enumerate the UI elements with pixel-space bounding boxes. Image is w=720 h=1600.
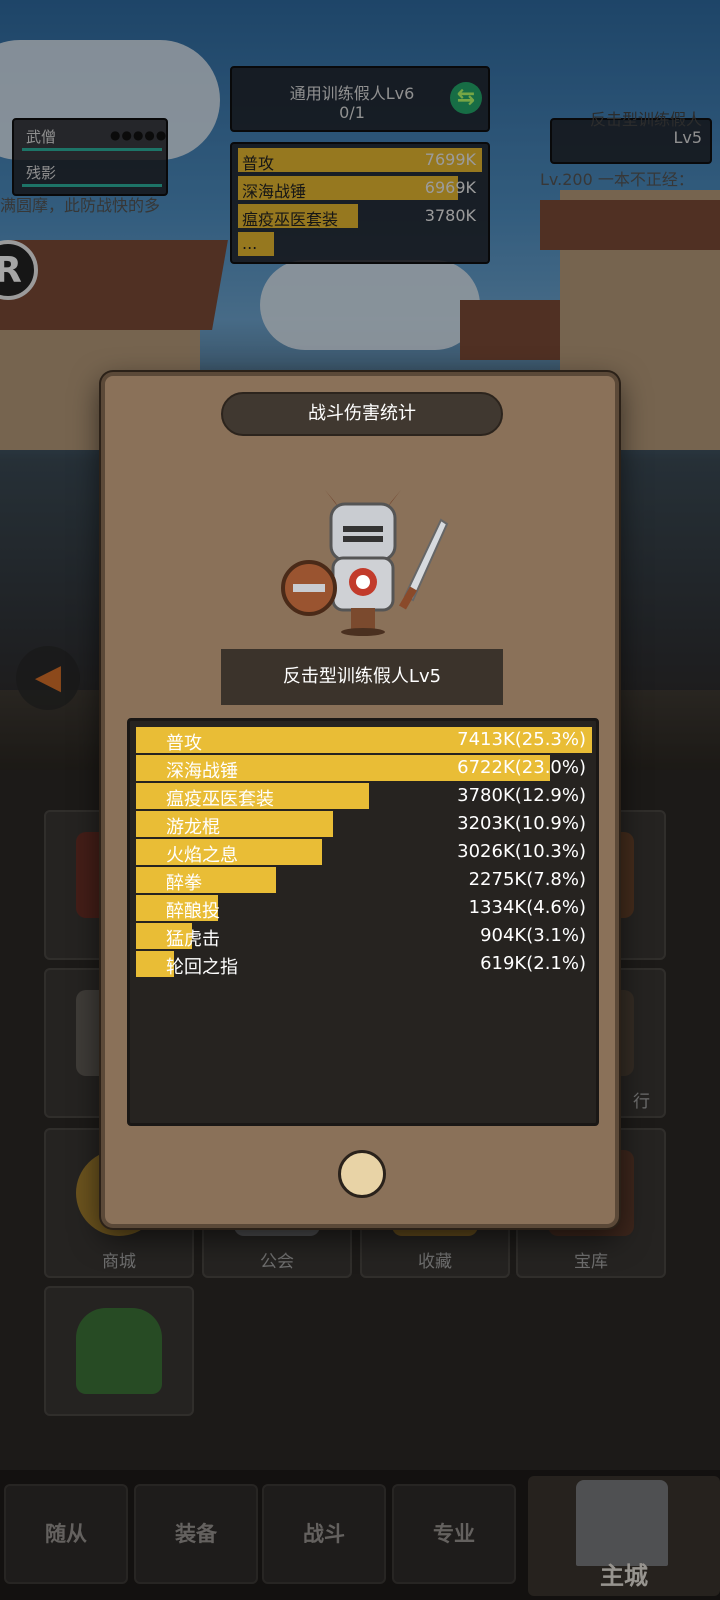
damage-value: 1334K(4.6%) xyxy=(468,897,586,918)
damage-value: 2275K(7.8%) xyxy=(468,869,586,890)
skill-name: 游龙棍 xyxy=(166,817,220,838)
skill-name: 猛虎击 xyxy=(166,929,220,950)
skill-name: 轮回之指 xyxy=(166,957,238,978)
skill-name: 深海战锤 xyxy=(166,761,238,782)
skill-name: 醉拳 xyxy=(166,873,202,894)
damage-row: 瘟疫巫医套装 3780K(12.9%) xyxy=(136,783,592,810)
damage-row: 火焰之息 3026K(10.3%) xyxy=(136,839,592,866)
damage-value: 3203K(10.9%) xyxy=(457,813,586,834)
skill-name: 普攻 xyxy=(166,733,202,754)
skill-name: 醉酿投 xyxy=(166,901,220,922)
damage-stats-dialog: 战斗伤害统计 反击型训练假人Lv5 普攻 7413K(25.3%) 深海战锤 6… xyxy=(101,372,619,1228)
damage-value: 3780K(12.9%) xyxy=(457,785,586,806)
damage-value: 3026K(10.3%) xyxy=(457,841,586,862)
damage-value: 619K(2.1%) xyxy=(480,953,586,974)
damage-bar xyxy=(136,867,276,893)
skill-name: 火焰之息 xyxy=(166,845,238,866)
damage-row: 深海战锤 6722K(23.0%) xyxy=(136,755,592,782)
damage-row: 游龙棍 3203K(10.9%) xyxy=(136,811,592,838)
skill-name: 瘟疫巫医套装 xyxy=(166,789,274,810)
knight-dummy-icon xyxy=(281,490,449,636)
damage-value: 6722K(23.0%) xyxy=(457,757,586,778)
target-name: 反击型训练假人Lv5 xyxy=(221,649,503,705)
damage-row: 普攻 7413K(25.3%) xyxy=(136,727,592,754)
damage-row: 醉拳 2275K(7.8%) xyxy=(136,867,592,894)
damage-value: 904K(3.1%) xyxy=(480,925,586,946)
damage-row: 猛虎击 904K(3.1%) xyxy=(136,923,592,950)
damage-row: 轮回之指 619K(2.1%) xyxy=(136,951,592,978)
damage-list: 普攻 7413K(25.3%) 深海战锤 6722K(23.0%) 瘟疫巫医套装… xyxy=(127,718,599,1126)
damage-value: 7413K(25.3%) xyxy=(457,729,586,750)
dialog-title: 战斗伤害统计 xyxy=(221,392,503,436)
damage-row: 醉酿投 1334K(4.6%) xyxy=(136,895,592,922)
close-circle-icon[interactable] xyxy=(338,1150,386,1198)
